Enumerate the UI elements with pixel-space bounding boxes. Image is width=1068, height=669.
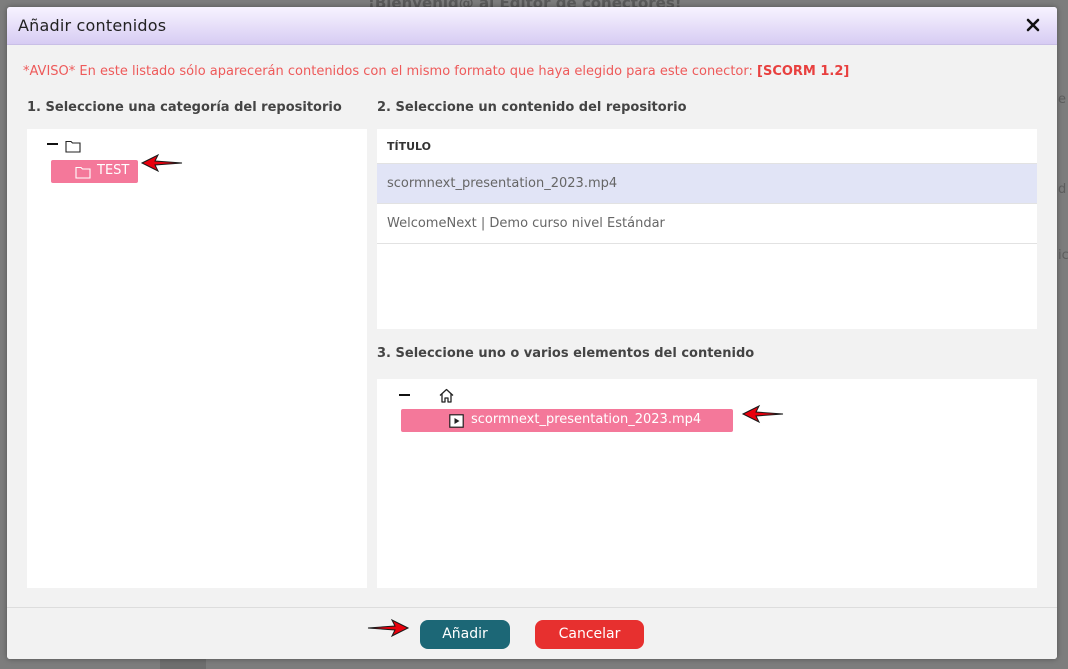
background-fragment: d (1058, 182, 1067, 197)
home-icon[interactable] (438, 387, 455, 404)
column-header-title: TÍTULO (387, 140, 431, 153)
folder-icon (75, 164, 91, 179)
background-block (160, 659, 206, 669)
step2-label: 2. Seleccione un contenido del repositor… (377, 100, 687, 115)
add-button[interactable]: Añadir (420, 620, 510, 649)
background-fragment: ic (1058, 248, 1068, 263)
step3-label: 3. Seleccione uno o varios elementos del… (377, 346, 755, 361)
dialog-footer: Añadir Cancelar (7, 607, 1057, 659)
dialog-title: Añadir contenidos (18, 16, 167, 35)
add-contents-dialog: Añadir contenidos *AVISO* En este listad… (7, 7, 1057, 659)
notice-format: [SCORM 1.2] (757, 64, 850, 79)
row-title: WelcomeNext | Demo curso nivel Estándar (387, 216, 665, 231)
table-row[interactable]: WelcomeNext | Demo curso nivel Estándar (377, 204, 1037, 244)
collapse-icon[interactable] (47, 143, 58, 145)
folder-icon[interactable] (65, 138, 81, 153)
close-icon[interactable] (1023, 15, 1043, 35)
tree-node-label: TEST (97, 163, 130, 178)
dialog-header: Añadir contenidos (7, 7, 1057, 45)
element-node[interactable]: scormnext_presentation_2023.mp4 (401, 409, 733, 432)
annotation-arrow-icon (741, 404, 785, 424)
step1-label: 1. Seleccione una categoría del reposito… (27, 100, 342, 115)
annotation-arrow-icon (366, 618, 410, 638)
content-table: TÍTULO scormnext_presentation_2023.mp4 W… (377, 129, 1037, 329)
format-notice: *AVISO* En este listado sólo aparecerán … (23, 64, 849, 79)
video-icon (449, 413, 464, 428)
annotation-arrow-icon (140, 153, 184, 173)
table-header[interactable]: TÍTULO (377, 129, 1037, 164)
cancel-button[interactable]: Cancelar (535, 620, 644, 649)
element-node-label: scormnext_presentation_2023.mp4 (471, 412, 702, 427)
tree-node-test[interactable]: TEST (51, 160, 138, 183)
collapse-icon[interactable] (399, 394, 410, 396)
row-title: scormnext_presentation_2023.mp4 (387, 176, 618, 191)
table-row[interactable]: scormnext_presentation_2023.mp4 (377, 164, 1037, 204)
elements-tree-panel: scormnext_presentation_2023.mp4 (377, 379, 1037, 588)
category-tree-panel: TEST (27, 129, 367, 588)
background-fragment: e (1058, 92, 1066, 107)
notice-text: *AVISO* En este listado sólo aparecerán … (23, 64, 753, 79)
